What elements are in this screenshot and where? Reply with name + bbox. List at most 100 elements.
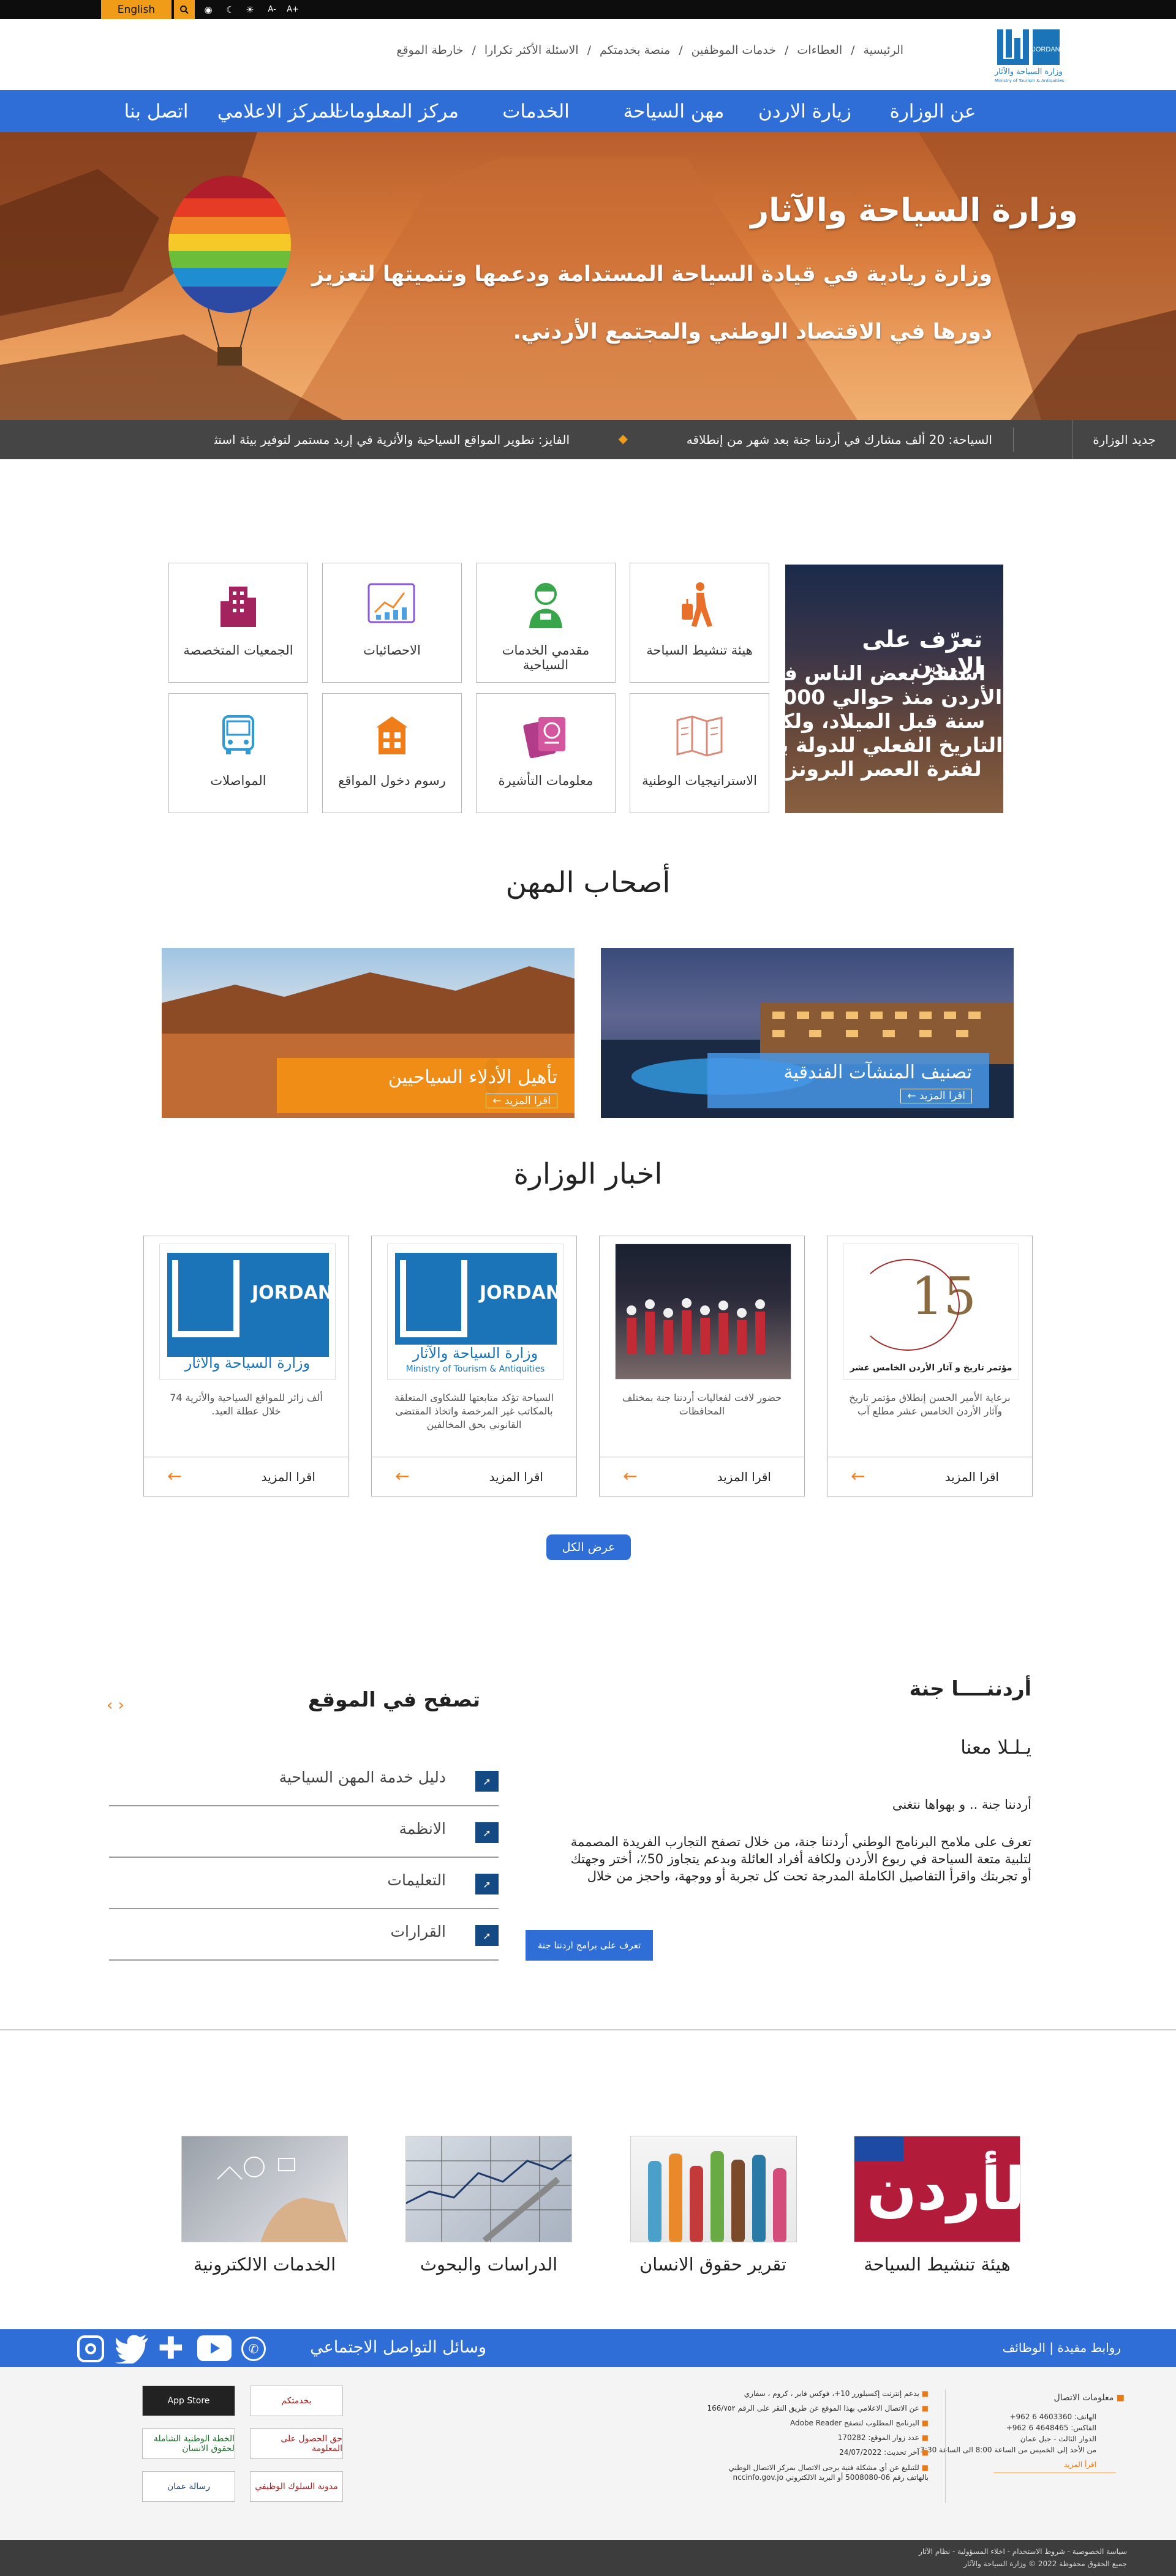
ticker-item[interactable]: السياحة: 20 ألف مشارك في أردننا جنة بعد … xyxy=(687,432,992,447)
e-services-card-image[interactable] xyxy=(181,2136,348,2242)
tile-statistics[interactable]: الاحصائيات xyxy=(322,563,462,683)
top-link-tenders[interactable]: العطاءات xyxy=(797,43,842,57)
browse-item[interactable]: ➚ الانظمة xyxy=(109,1806,499,1858)
nav-tourism-professions[interactable]: مهن السياحة xyxy=(622,90,726,132)
instagram-icon[interactable] xyxy=(77,2335,104,2362)
contact-read-more-link[interactable]: اقرأ المزيد xyxy=(1064,2460,1096,2469)
carousel-arrows-icon[interactable]: ‹ › xyxy=(107,1696,124,1714)
human-rights-plan-link[interactable]: الخطة الوطنية الشاملة لحقوق الانسان xyxy=(142,2428,235,2459)
footer-info-line: ■ يدعم إنترنت إكسبلورر 10+، فوكس فاير ، … xyxy=(744,2389,929,2398)
font-decrease-button[interactable]: A- xyxy=(263,2,281,17)
jannah-body: تعرف على ملامح البرنامج الوطني أردننا جن… xyxy=(570,1834,1031,1883)
bottom-card-caption[interactable]: هيئة تنشيط السياحة xyxy=(833,2254,1041,2275)
youtube-icon[interactable] xyxy=(197,2335,232,2361)
bottom-card-caption[interactable]: تقرير حقوق الانسان xyxy=(609,2254,817,2275)
twitter-icon[interactable] xyxy=(115,2334,149,2366)
human-rights-card-image[interactable] xyxy=(630,2136,797,2242)
tourism-board-card-image[interactable]: الأردن xyxy=(854,2136,1020,2242)
news-text: برعاية الأمير الحسن إنطلاق مؤتمر تاريخ و… xyxy=(849,1392,1011,1417)
right-to-information-link[interactable]: حق الحصول على المعلومة xyxy=(250,2428,343,2459)
news-card[interactable]: JORDAN وزارة السياحة والآثار ألف زائر لل… xyxy=(143,1236,349,1496)
code-of-conduct-link[interactable]: مدونة السلوك الوظيفي xyxy=(250,2471,343,2502)
hero-text-line1: وزارة ريادية في قيادة السياحة المستدامة … xyxy=(311,262,992,287)
nav-information-center[interactable]: مركز المعلومات xyxy=(331,90,459,132)
bekhedmetkom-app-link[interactable]: بخدمتكم xyxy=(250,2386,343,2416)
contact-fax: الفاكس: 4648465 6 962+ xyxy=(1006,2424,1096,2432)
hero-banner: وزارة السياحة والآثار وزارة ريادية في قي… xyxy=(0,132,1176,420)
sun-icon[interactable]: ☀ xyxy=(241,2,258,17)
hero-title: وزارة السياحة والآثار xyxy=(750,192,1078,229)
news-card[interactable]: 15 مؤتمر تاريخ و آثار الأردن الخامس عشر … xyxy=(827,1236,1033,1496)
app-store-link[interactable]: App Store xyxy=(142,2386,235,2416)
tile-visa-information[interactable]: معلومات التأشيرة xyxy=(476,693,616,813)
arrow-left-icon[interactable]: ← xyxy=(395,1466,409,1486)
news-ticker: جديد الوزارة السياحة: 20 ألف مشارك في أر… xyxy=(0,420,1176,459)
eye-icon[interactable]: ◉ xyxy=(200,2,217,17)
footer-info-line: ■ عدد زوار الموقع: 170282 xyxy=(837,2433,929,2442)
nav-contact[interactable]: اتصل بنا xyxy=(116,90,196,132)
browse-item[interactable]: ➚ التعليمات xyxy=(109,1858,499,1909)
nav-services[interactable]: الخدمات xyxy=(496,90,576,132)
read-more-link[interactable]: اقرا المزيد xyxy=(945,1470,999,1484)
browse-item[interactable]: ➚ دليل خدمة المهن السياحية xyxy=(109,1755,499,1806)
footer-policy-links[interactable]: سياسة الخصوصية - شروط الاستخدام - اخلاء … xyxy=(919,2547,1127,2556)
card-title: تأهيل الأدلاء السياحيين xyxy=(388,1067,557,1088)
moon-icon[interactable]: ☾ xyxy=(222,2,239,17)
passport-icon xyxy=(477,711,615,760)
logo-text: وزارة السياحة والآثار xyxy=(995,67,1063,77)
top-link-employee-services[interactable]: خدمات الموظفين xyxy=(692,43,776,57)
top-link-bekhedmetkom[interactable]: منصة بخدمتكم xyxy=(600,43,670,57)
whatsapp-icon[interactable]: ✆ xyxy=(241,2337,266,2361)
cross-icon[interactable]: ✚ xyxy=(156,2333,186,2364)
nav-visit-jordan[interactable]: زيارة الاردن xyxy=(756,90,854,132)
top-link-home[interactable]: الرئيسية xyxy=(864,43,903,57)
tile-specialized-associations[interactable]: الجمعيات المتخصصة xyxy=(168,563,308,683)
discover-jordan-card[interactable]: تعرّف على الاردن استقرّ بعض الناس في الأ… xyxy=(785,565,1003,813)
tile-tourism-board[interactable]: هيئة تنشيط السياحة xyxy=(630,563,769,683)
tile-service-providers[interactable]: مقدمي الخدمات السياحية xyxy=(476,563,616,683)
jannah-programs-button[interactable]: تعرف على برامج اردننا جنة xyxy=(526,1930,653,1961)
cursor-pointer-icon: ➚ xyxy=(475,1771,499,1792)
tile-label: هيئة تنشيط السياحة xyxy=(646,643,753,658)
discover-jordan-text: استقرّ بعض الناس في الأردن منذ حوالي 50,… xyxy=(785,661,1003,781)
amman-message-link[interactable]: رسالة عمان xyxy=(142,2471,235,2502)
useful-links-label[interactable]: روابط مفيدة | الوظائف xyxy=(1003,2340,1121,2355)
view-all-news-button[interactable]: عرض الكل xyxy=(546,1534,631,1560)
search-icon[interactable] xyxy=(174,0,195,19)
buildings-icon xyxy=(169,580,307,629)
top-link-sitemap[interactable]: خارطة الموقع xyxy=(396,43,463,57)
tile-transportation[interactable]: المواصلات xyxy=(168,693,308,813)
jannah-tagline: أردننا جنة .. و بهواها نتغنى xyxy=(892,1797,1031,1812)
arrow-left-icon[interactable]: ← xyxy=(623,1466,637,1486)
nav-about[interactable]: عن الوزارة xyxy=(887,90,979,132)
tile-label: معلومات التأشيرة xyxy=(498,773,594,788)
browse-item[interactable]: ➚ القرارات xyxy=(109,1909,499,1961)
cursor-pointer-icon: ➚ xyxy=(475,1822,499,1843)
tour-guides-card[interactable]: تأهيل الأدلاء السياحيين اقرا المزيد ← xyxy=(162,948,575,1118)
bottom-card-caption[interactable]: الدراسات والبحوث xyxy=(385,2254,593,2275)
read-more-link[interactable]: اقرا المزيد xyxy=(717,1470,771,1484)
news-text: السياحة تؤكد متابعتها للشكاوى المتعلقة ب… xyxy=(394,1392,554,1430)
language-switch-button[interactable]: English xyxy=(101,0,172,19)
hotel-classification-card[interactable]: تصنيف المنشآت الفندقية اقرا المزيد ← xyxy=(601,948,1014,1118)
tile-label: الاحصائيات xyxy=(363,643,421,658)
ministry-logo-image: JORDAN وزارة السياحة والآثار Ministry of… xyxy=(387,1244,564,1380)
read-more-button[interactable]: اقرا المزيد ← xyxy=(486,1094,557,1108)
news-card[interactable]: حضور لافت لفعاليات أردننا جنة بمختلف الم… xyxy=(599,1236,805,1496)
font-increase-button[interactable]: A+ xyxy=(284,2,301,17)
tile-site-entry-fees[interactable]: رسوم دخول المواقع xyxy=(322,693,462,813)
read-more-button[interactable]: اقرا المزيد ← xyxy=(900,1089,972,1103)
social-bar: روابط مفيدة | الوظائف وسائل التواصل الاج… xyxy=(0,2329,1176,2367)
ministry-logo[interactable]: JORDAN وزارة السياحة والآثار Ministry of… xyxy=(993,27,1098,86)
read-more-link[interactable]: اقرا المزيد xyxy=(262,1470,315,1484)
tile-national-strategies[interactable]: الاستراتيجيات الوطنية xyxy=(630,693,769,813)
studies-research-card-image[interactable] xyxy=(405,2136,572,2242)
nav-media-center[interactable]: المركز الاعلامي xyxy=(214,90,343,132)
ticker-item[interactable]: الفايز: تطوير المواقع السياحية والأثرية … xyxy=(214,432,570,447)
arrow-left-icon[interactable]: ← xyxy=(167,1466,181,1486)
arrow-left-icon[interactable]: ← xyxy=(851,1466,865,1486)
bottom-card-caption[interactable]: الخدمات الالكترونية xyxy=(160,2254,369,2275)
top-link-faq[interactable]: الاسئلة الأكثر تكرارا xyxy=(484,43,579,57)
news-card[interactable]: JORDAN وزارة السياحة والآثار Ministry of… xyxy=(371,1236,577,1496)
read-more-link[interactable]: اقرا المزيد xyxy=(489,1470,543,1484)
